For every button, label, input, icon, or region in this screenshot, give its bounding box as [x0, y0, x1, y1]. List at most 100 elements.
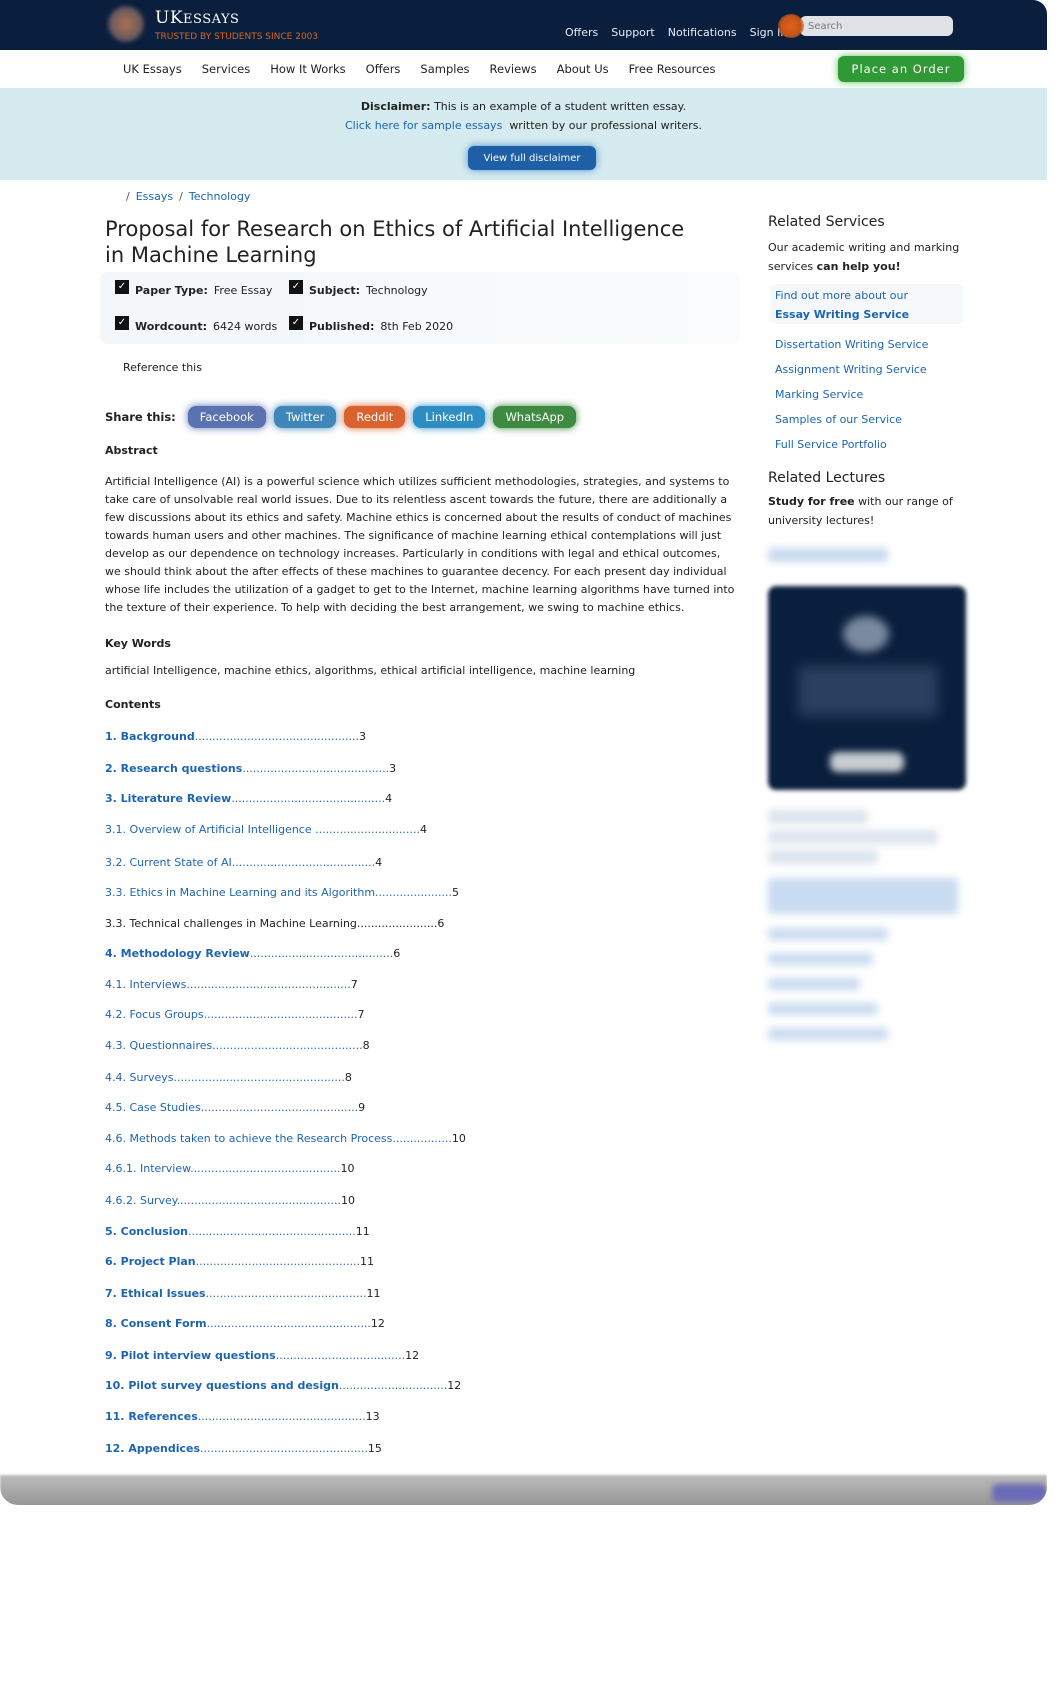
sidebar: Related Services Our academic writing an…: [768, 214, 968, 530]
toc-item-page: 3: [359, 730, 367, 743]
share-whatsapp-button[interactable]: WhatsApp: [493, 406, 577, 428]
blurred-link: [768, 1003, 878, 1015]
toc-item[interactable]: 3.1. Overview of Artificial Intelligence…: [105, 823, 427, 836]
promo-button[interactable]: [830, 752, 904, 772]
full-portfolio-link[interactable]: Full Service Portfolio: [775, 435, 968, 454]
breadcrumb-technology[interactable]: Technology: [189, 190, 251, 203]
share-label: Share this:: [105, 410, 176, 424]
place-order-button[interactable]: Place an Order: [838, 56, 964, 82]
toc-item-dots: ........................................…: [197, 1410, 366, 1423]
footer-button[interactable]: [992, 1484, 1047, 1502]
toc-item-dots: ........................................…: [203, 1008, 358, 1021]
toc-item-page: 12: [405, 1349, 420, 1362]
nav-samples[interactable]: Samples: [420, 62, 469, 76]
marking-service-link[interactable]: Marking Service: [775, 385, 968, 404]
share-linkedin-button[interactable]: LinkedIn: [413, 406, 486, 428]
toc-item[interactable]: 11. References..........................…: [105, 1410, 380, 1423]
toc-item[interactable]: 4.2. Focus Groups.......................…: [105, 1008, 364, 1021]
nav-reviews[interactable]: Reviews: [490, 62, 537, 76]
nav-how-it-works[interactable]: How It Works: [270, 62, 345, 76]
reference-this-button[interactable]: Reference this: [123, 361, 202, 374]
toc-item-label: 4. Methodology Review: [105, 947, 250, 960]
toc-item-label: 4.4. Surveys: [105, 1071, 174, 1084]
toc-item[interactable]: 1. Background...........................…: [105, 730, 366, 743]
toc-item[interactable]: 4.4. Surveys............................…: [105, 1071, 352, 1084]
nav-free-resources[interactable]: Free Resources: [629, 62, 716, 76]
toc-item-dots: ........................................…: [205, 1287, 367, 1300]
toc-item[interactable]: 4.6.1. Interview........................…: [105, 1162, 354, 1175]
toc-item[interactable]: 10. Pilot survey questions and design...…: [105, 1379, 461, 1392]
disclaimer-link-suffix: written by our professional writers.: [509, 119, 703, 132]
dissertation-writing-link[interactable]: Dissertation Writing Service: [775, 335, 968, 354]
toc-item[interactable]: 6. Project Plan.........................…: [105, 1255, 374, 1268]
toc-item-label: 4.5. Case Studies: [105, 1101, 201, 1114]
disclaimer-label: Disclaimer:: [360, 100, 431, 113]
share-twitter-button[interactable]: Twitter: [273, 406, 337, 428]
checkbox-icon: ✓: [289, 280, 303, 294]
toc-item-dots: ........................................…: [206, 1317, 371, 1330]
essay-writing-service-link[interactable]: Essay Writing Service: [775, 305, 968, 324]
toc-item-page: 6: [437, 917, 445, 930]
toc-item[interactable]: 3.3. Ethics in Machine Learning and its …: [105, 886, 459, 899]
toc-item-dots: ........................................…: [194, 730, 360, 743]
toc-item[interactable]: 4.5. Case Studies.......................…: [105, 1101, 365, 1114]
top-link-support[interactable]: Support: [611, 26, 654, 39]
toc-item[interactable]: 3.3. Technical challenges in Machine Lea…: [105, 917, 444, 930]
sample-essays-link[interactable]: Click here for sample essays: [345, 119, 502, 132]
toc-item[interactable]: 4.3. Questionnaires.....................…: [105, 1039, 370, 1052]
toc-item-label: 7. Ethical Issues: [105, 1287, 206, 1300]
toc-item[interactable]: 3. Literature Review....................…: [105, 792, 392, 805]
toc-item-dots: ........................................…: [173, 1071, 345, 1084]
abstract-text: Artificial Intelligence (AI) is a powerf…: [105, 475, 735, 614]
top-link-notifications[interactable]: Notifications: [668, 26, 737, 39]
toc-item[interactable]: 4.6.2. Survey...........................…: [105, 1194, 355, 1207]
promo-banner[interactable]: [768, 586, 966, 790]
nav-services[interactable]: Services: [202, 62, 251, 76]
share-facebook-button[interactable]: Facebook: [187, 406, 266, 428]
toc-item-dots: ........................................…: [212, 1039, 363, 1052]
toc-item-label: 3.3. Technical challenges in Machine Lea…: [105, 917, 357, 930]
toc-item-dots: ........................................…: [176, 1194, 342, 1207]
search-box: [778, 14, 953, 38]
toc-item[interactable]: 4. Methodology Review...................…: [105, 947, 400, 960]
search-input[interactable]: [800, 16, 953, 36]
toc-item[interactable]: 4.6. Methods taken to achieve the Resear…: [105, 1132, 466, 1145]
toc-item[interactable]: 8. Consent Form.........................…: [105, 1317, 385, 1330]
toc-item-page: 7: [357, 1008, 365, 1021]
disclaimer-banner: Disclaimer: This is an example of a stud…: [0, 88, 1047, 180]
view-disclaimer-button[interactable]: View full disclaimer: [468, 146, 596, 170]
toc-item-label: 2. Research questions: [105, 762, 243, 775]
share-reddit-button[interactable]: Reddit: [344, 406, 406, 428]
samples-service-link[interactable]: Samples of our Service: [775, 410, 968, 429]
toc-item-page: 10: [340, 1162, 355, 1175]
search-icon[interactable]: [778, 14, 804, 38]
toc-item[interactable]: 3.2. Current State of AI................…: [105, 856, 382, 869]
nav-uk-essays[interactable]: UK Essays: [123, 62, 182, 76]
toc-item[interactable]: 7. Ethical Issues.......................…: [105, 1287, 380, 1300]
page-title: Proposal for Research on Ethics of Artif…: [105, 217, 685, 267]
toc-item-page: 12: [370, 1317, 385, 1330]
toc-item[interactable]: 2. Research questions...................…: [105, 762, 396, 775]
logo-emblem-icon: [108, 6, 144, 42]
blurred-link: [768, 1028, 888, 1040]
toc-item[interactable]: 4.1. Interviews.........................…: [105, 978, 358, 991]
toc-item[interactable]: 12. Appendices..........................…: [105, 1442, 382, 1455]
top-link-offers[interactable]: Offers: [565, 26, 598, 39]
featured-service-prefix[interactable]: Find out more about our: [775, 286, 968, 305]
toc-item-page: 4: [375, 856, 383, 869]
footer-bar: [0, 1475, 1047, 1505]
nav-offers[interactable]: Offers: [366, 62, 401, 76]
site-logo[interactable]: UKESSAYS: [155, 8, 239, 28]
share-bar: Share this: Facebook Twitter Reddit Link…: [105, 406, 584, 428]
nav-about-us[interactable]: About Us: [557, 62, 609, 76]
toc-item-dots: ........................................…: [190, 1162, 341, 1175]
breadcrumb: / Essays / Technology: [126, 190, 250, 203]
toc-item-label: 8. Consent Form: [105, 1317, 207, 1330]
abstract-heading: Abstract: [105, 444, 158, 457]
toc-item[interactable]: 5. Conclusion...........................…: [105, 1225, 370, 1238]
toc-item-page: 7: [350, 978, 358, 991]
assignment-writing-link[interactable]: Assignment Writing Service: [775, 360, 968, 379]
toc-item-dots: ........................................…: [187, 1225, 356, 1238]
toc-item[interactable]: 9. Pilot interview questions............…: [105, 1349, 419, 1362]
breadcrumb-essays[interactable]: Essays: [136, 190, 173, 203]
